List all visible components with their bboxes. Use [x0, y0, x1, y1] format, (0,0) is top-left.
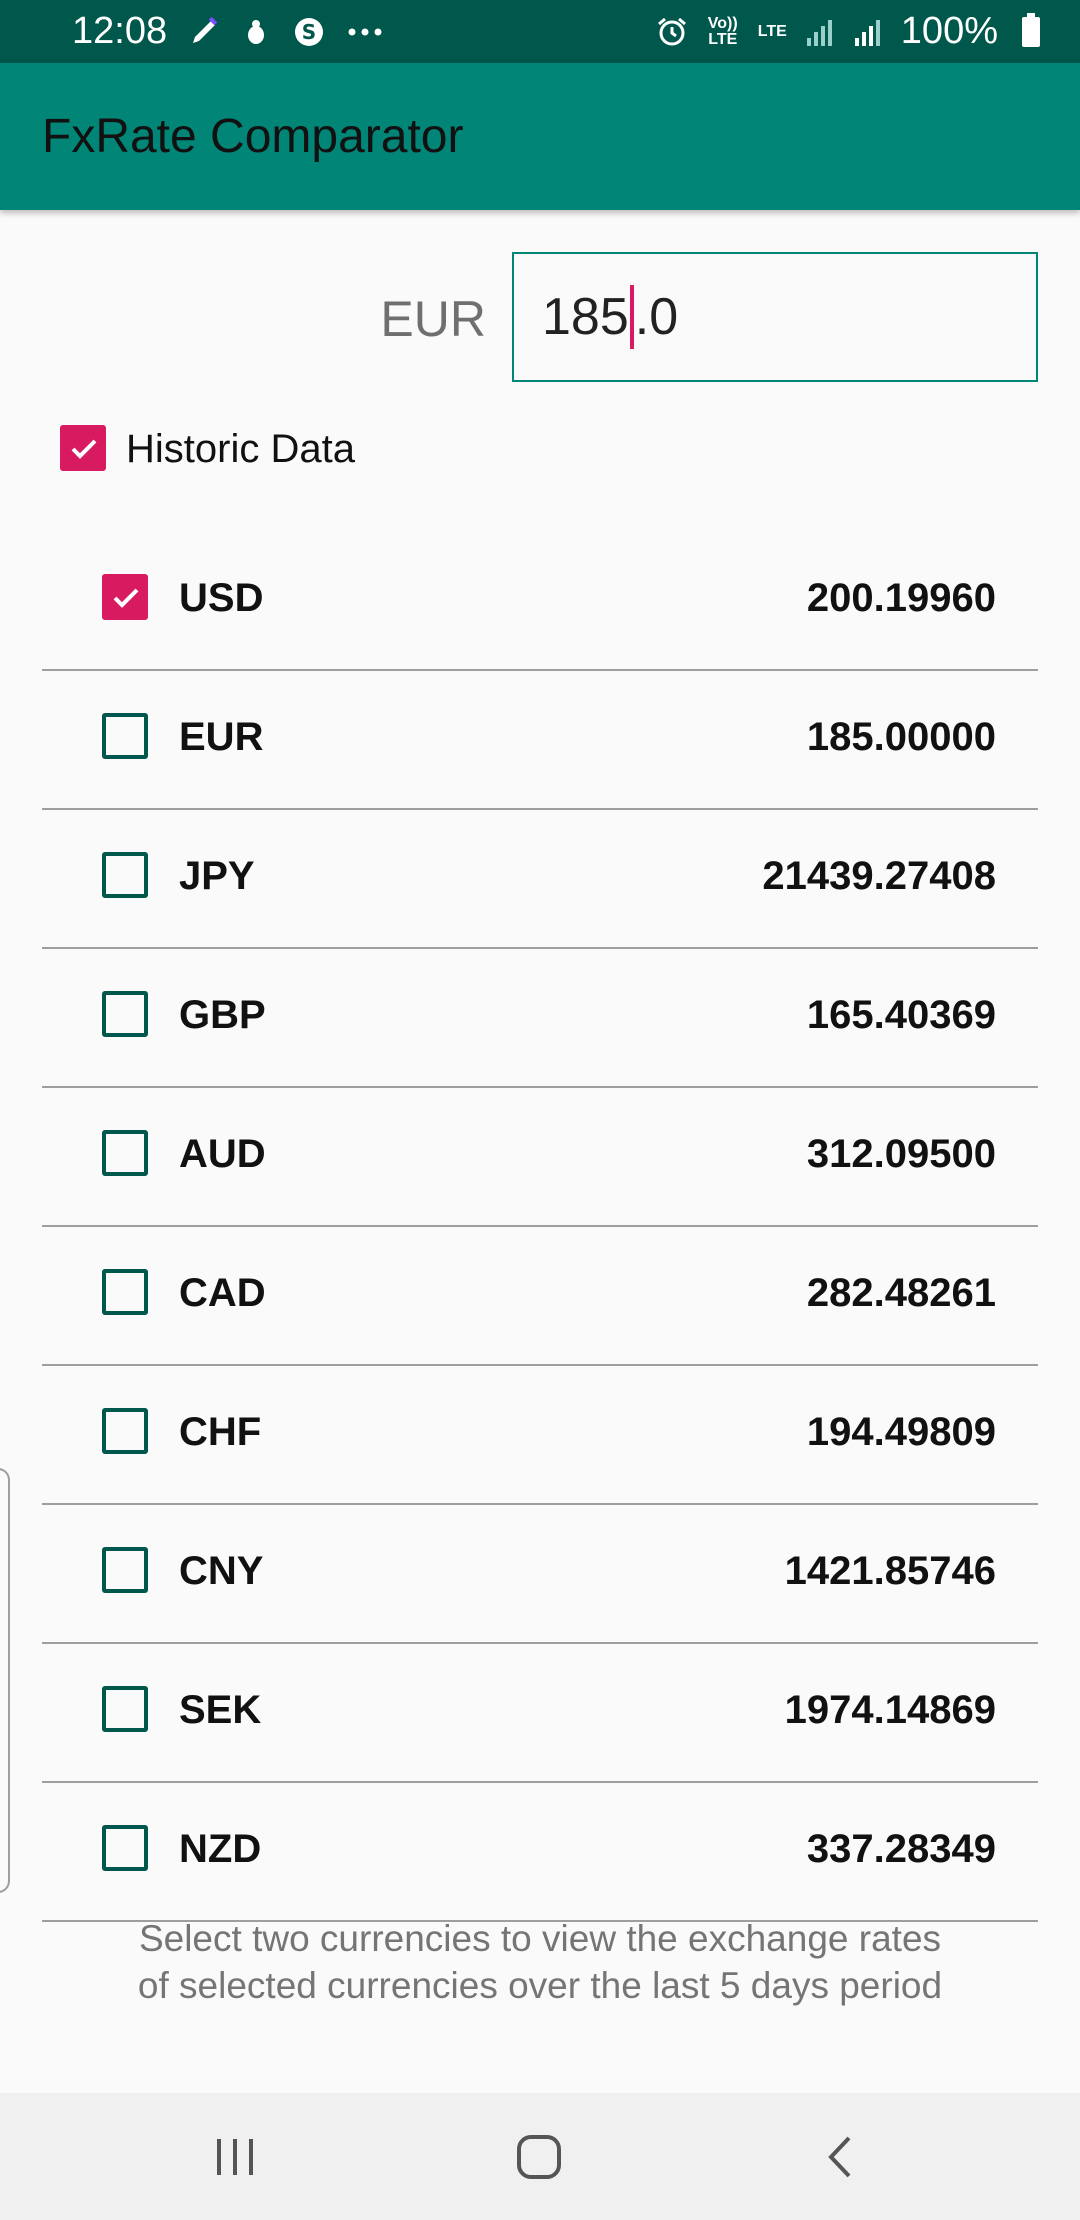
- alarm-icon: [656, 16, 688, 48]
- currency-row-cad[interactable]: CAD 282.48261: [42, 1227, 1038, 1366]
- currency-code: NZD: [179, 1827, 262, 1871]
- back-button[interactable]: [760, 2093, 920, 2220]
- currency-row-jpy[interactable]: JPY 21439.27408: [42, 810, 1038, 949]
- amount-value-after: .0: [634, 288, 679, 346]
- currency-checkbox[interactable]: [102, 574, 148, 620]
- status-bar: 12:08 S Vo)) LTE LTE 100%: [0, 0, 1080, 63]
- currency-row-cny[interactable]: CNY 1421.85746: [42, 1505, 1038, 1644]
- currency-code: JPY: [179, 854, 255, 898]
- currency-value: 1421.85746: [784, 1549, 996, 1593]
- currency-checkbox[interactable]: [102, 1825, 148, 1871]
- more-icon: [347, 27, 383, 37]
- currency-code: CHF: [179, 1410, 262, 1454]
- currency-checkbox[interactable]: [102, 713, 148, 759]
- historic-data-checkbox[interactable]: [60, 425, 106, 471]
- svg-text:S: S: [302, 20, 316, 44]
- currency-value: 185.00000: [806, 715, 996, 759]
- checkmark-icon: [71, 439, 97, 459]
- currency-value: 337.28349: [806, 1827, 996, 1871]
- pen-icon: [189, 16, 219, 47]
- currency-value: 165.40369: [806, 993, 996, 1037]
- currency-checkbox[interactable]: [102, 1686, 148, 1732]
- currency-value: 282.48261: [806, 1271, 996, 1315]
- currency-checkbox[interactable]: [102, 852, 148, 898]
- back-icon: [828, 2136, 851, 2177]
- currency-row-aud[interactable]: AUD 312.09500: [42, 1088, 1038, 1227]
- currency-code: AUD: [179, 1132, 266, 1176]
- home-button[interactable]: [459, 2093, 619, 2220]
- currency-code: GBP: [179, 993, 266, 1037]
- navigation-bar: [0, 2093, 1080, 2220]
- currency-row-chf[interactable]: CHF 194.49809: [42, 1366, 1038, 1505]
- battery-percent: 100%: [900, 10, 998, 52]
- currency-row-gbp[interactable]: GBP 165.40369: [42, 949, 1038, 1088]
- currency-checkbox[interactable]: [102, 1547, 148, 1593]
- currency-code: CAD: [179, 1271, 266, 1315]
- currency-value: 1974.14869: [784, 1688, 996, 1732]
- historic-data-toggle[interactable]: Historic Data: [58, 425, 458, 475]
- currency-code: USD: [179, 576, 264, 620]
- currency-value: 312.09500: [806, 1132, 996, 1176]
- app-title: FxRate Comparator: [42, 110, 464, 163]
- historic-data-label: Historic Data: [126, 427, 355, 471]
- currency-list: USD 200.19960 EUR 185.00000 JPY 21439.27…: [42, 532, 1038, 1922]
- instruction-text: Select two currencies to view the exchan…: [137, 1918, 943, 2006]
- currency-checkbox[interactable]: [102, 991, 148, 1037]
- currency-code: SEK: [179, 1688, 262, 1732]
- volte-icon: Vo)) LTE: [707, 14, 738, 48]
- checkmark-icon: [113, 588, 139, 608]
- battery-icon: [1022, 12, 1040, 47]
- lte-icon: LTE: [757, 22, 787, 40]
- currency-code: CNY: [179, 1549, 264, 1593]
- recent-apps-icon: [217, 2138, 253, 2175]
- amount-row: EUR 185.0: [0, 252, 1080, 382]
- currency-row-sek[interactable]: SEK 1974.14869: [42, 1644, 1038, 1783]
- signal-icon: [853, 18, 883, 46]
- signal-icon: [805, 18, 835, 46]
- bug-icon: [241, 17, 271, 47]
- app-bar: FxRate Comparator: [0, 63, 1080, 210]
- recent-apps-button[interactable]: [155, 2093, 315, 2220]
- currency-row-usd[interactable]: USD 200.19960: [42, 532, 1038, 671]
- text-cursor: [629, 285, 634, 349]
- currency-checkbox[interactable]: [102, 1269, 148, 1315]
- currency-value: 194.49809: [806, 1410, 996, 1454]
- skype-icon: S: [293, 16, 325, 48]
- currency-value: 21439.27408: [762, 854, 996, 898]
- currency-checkbox[interactable]: [102, 1130, 148, 1176]
- currency-row-eur[interactable]: EUR 185.00000: [42, 671, 1038, 810]
- amount-input[interactable]: 185.0: [512, 252, 1038, 382]
- currency-value: 200.19960: [806, 576, 996, 620]
- currency-checkbox[interactable]: [102, 1408, 148, 1454]
- base-currency-label: EUR: [380, 291, 486, 347]
- status-time: 12:08: [72, 10, 168, 52]
- home-icon: [517, 2134, 561, 2179]
- amount-value-before: 185: [542, 288, 629, 346]
- currency-code: EUR: [179, 715, 264, 759]
- edge-panel-handle[interactable]: [0, 1468, 10, 1893]
- currency-row-nzd[interactable]: NZD 337.28349: [42, 1783, 1038, 1922]
